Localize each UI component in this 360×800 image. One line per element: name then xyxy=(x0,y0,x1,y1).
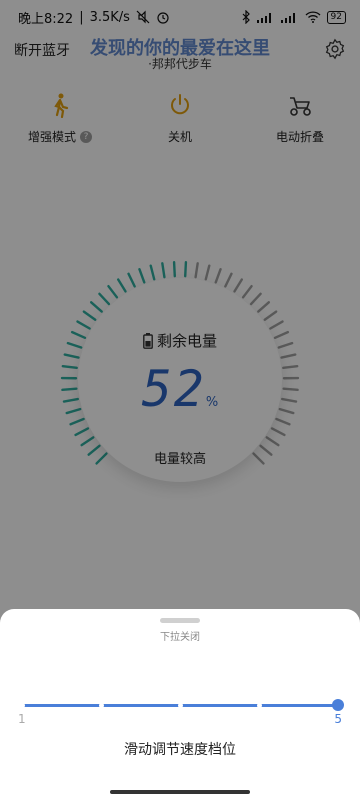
speed-level-slider[interactable] xyxy=(19,699,344,712)
pull-to-close-hint: 下拉关闭 xyxy=(160,632,200,643)
slider-stop[interactable] xyxy=(98,703,104,708)
speed-slider-caption: 滑动调节速度档位 xyxy=(124,742,236,758)
speed-bottom-sheet: 下拉关闭 1 5 滑动调节速度档位 xyxy=(0,609,360,800)
slider-stop[interactable] xyxy=(19,703,25,708)
slider-min-label: 1 xyxy=(18,712,26,726)
slider-stop[interactable] xyxy=(256,703,262,708)
slider-max-label: 5 xyxy=(334,712,342,726)
slider-thumb[interactable] xyxy=(332,699,344,711)
sheet-drag-handle[interactable] xyxy=(160,618,200,623)
slider-stop[interactable] xyxy=(177,703,183,708)
home-indicator[interactable] xyxy=(110,790,250,794)
